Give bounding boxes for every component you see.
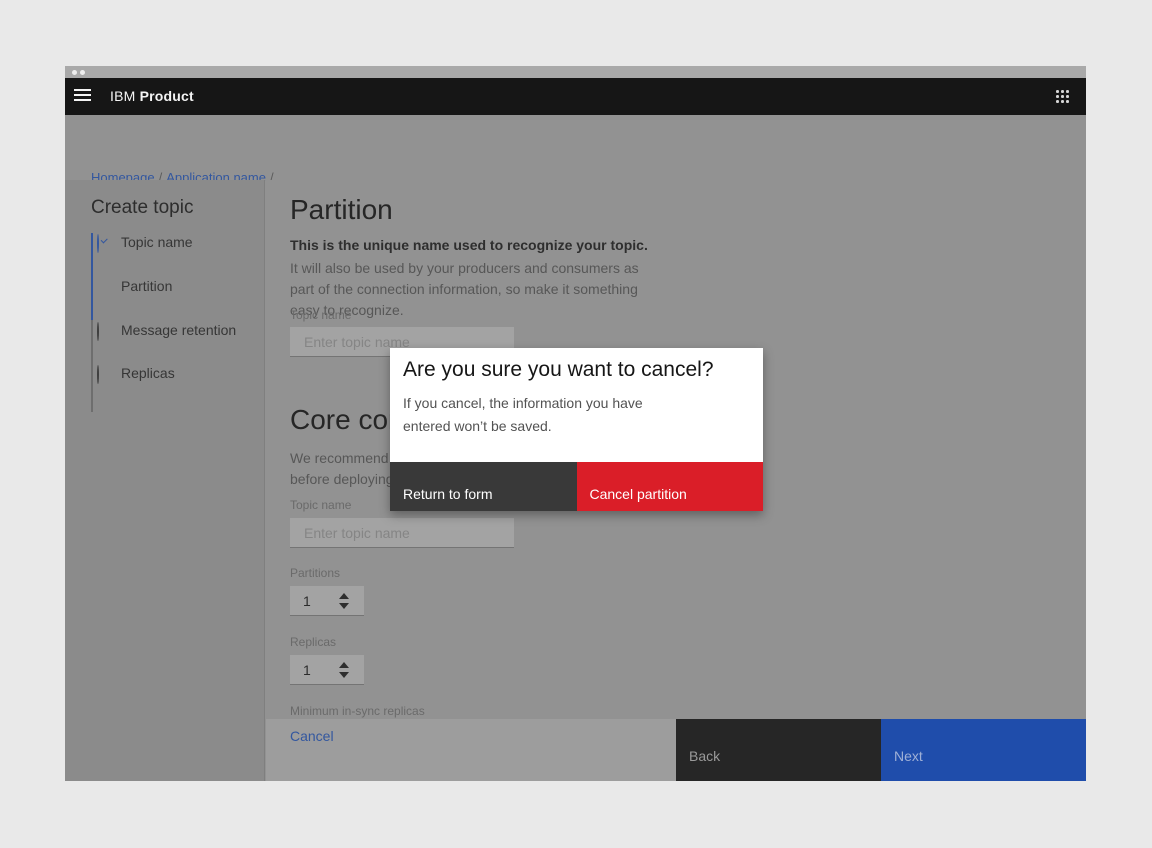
app-window: IBM Product Homepage/Application name/ P… — [65, 66, 1086, 781]
modal-body-text: If you cancel, the information you have … — [403, 392, 663, 438]
stepper-arrows-icon[interactable] — [338, 661, 350, 679]
window-dot-icon — [72, 70, 77, 75]
brand-prefix: IBM — [110, 88, 136, 104]
progress-line-active — [91, 233, 93, 320]
menu-hamburger-icon[interactable] — [74, 89, 104, 105]
step-label: Topic name — [121, 234, 193, 250]
partitions-stepper — [290, 586, 364, 616]
brand-title: IBM Product — [110, 88, 194, 104]
decrement-icon[interactable] — [339, 603, 349, 609]
next-button[interactable]: Next — [881, 719, 1086, 781]
cancel-confirmation-modal: Are you sure you want to cancel? If you … — [390, 348, 763, 511]
step-label: Replicas — [121, 365, 175, 381]
decrement-icon[interactable] — [339, 672, 349, 678]
step-partition[interactable]: Partition — [97, 276, 172, 296]
step-incomplete-icon — [97, 366, 111, 380]
section-lead-text: This is the unique name used to recogniz… — [290, 237, 650, 253]
wizard-footer: Cancel Back Next — [266, 719, 1086, 781]
step-label: Message retention — [121, 322, 236, 338]
replicas-input[interactable] — [290, 655, 336, 684]
replicas-label: Replicas — [290, 635, 336, 649]
step-message-retention[interactable]: Message retention — [97, 320, 236, 340]
step-complete-icon — [97, 235, 111, 249]
back-button[interactable]: Back — [676, 719, 881, 781]
step-label: Partition — [121, 278, 172, 294]
topic-name-label: Topic name — [290, 498, 351, 512]
wizard-title: Create topic — [91, 197, 193, 219]
cancel-partition-button[interactable]: Cancel partition — [577, 462, 764, 511]
progress-line-inactive — [91, 320, 93, 412]
app-header: IBM Product — [65, 78, 1086, 115]
modal-button-row: Return to form Cancel partition — [390, 462, 763, 511]
increment-icon[interactable] — [339, 593, 349, 599]
increment-icon[interactable] — [339, 662, 349, 668]
step-incomplete-icon — [97, 323, 111, 337]
desktop-background: IBM Product Homepage/Application name/ P… — [0, 0, 1152, 848]
step-topic-name[interactable]: Topic name — [97, 232, 193, 252]
replicas-stepper — [290, 655, 364, 685]
cancel-link[interactable]: Cancel — [290, 728, 334, 744]
step-replicas[interactable]: Replicas — [97, 363, 175, 383]
app-switcher-grid-icon[interactable] — [1056, 90, 1070, 104]
window-titlebar — [65, 66, 1086, 78]
section-heading-partition: Partition — [290, 194, 393, 226]
min-insync-replicas-label: Minimum in-sync replicas — [290, 704, 425, 718]
topic-name-label: Topic name — [290, 308, 351, 322]
stepper-arrows-icon[interactable] — [338, 592, 350, 610]
step-current-icon — [97, 279, 111, 293]
partitions-label: Partitions — [290, 566, 340, 580]
brand-product: Product — [140, 88, 194, 104]
progress-sidebar: Create topic Topic name Partition Messag… — [65, 180, 265, 781]
partitions-input[interactable] — [290, 586, 336, 615]
return-to-form-button[interactable]: Return to form — [390, 462, 577, 511]
modal-title: Are you sure you want to cancel? — [403, 358, 714, 382]
topic-name-input-2[interactable] — [290, 518, 514, 548]
window-dot-icon — [80, 70, 85, 75]
